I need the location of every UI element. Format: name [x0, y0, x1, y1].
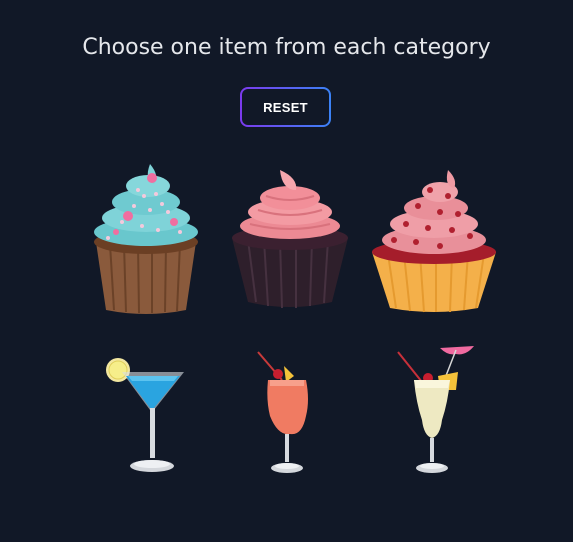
page-title: Choose one item from each category — [82, 35, 491, 60]
cupcake-option-red-velvet[interactable] — [370, 168, 498, 314]
app-root: Choose one item from each category RESET — [0, 0, 573, 542]
blue-frosting-cupcake-icon — [94, 164, 198, 314]
orange-hurricane-cocktail-icon — [257, 351, 308, 473]
drink-option-blue-martini[interactable] — [104, 354, 188, 476]
red-velvet-cupcake-icon — [372, 170, 496, 313]
pina-colada-cocktail-icon — [397, 346, 474, 473]
cupcake-option-pink[interactable] — [228, 168, 352, 314]
cupcake-option-blue[interactable] — [88, 160, 204, 320]
drink-option-orange-hurricane[interactable] — [252, 350, 316, 476]
reset-button[interactable]: RESET — [240, 87, 331, 127]
drink-option-pina-colada[interactable] — [396, 342, 480, 476]
blue-martini-cocktail-icon — [106, 358, 184, 472]
pink-frosting-cupcake-icon — [232, 170, 348, 309]
